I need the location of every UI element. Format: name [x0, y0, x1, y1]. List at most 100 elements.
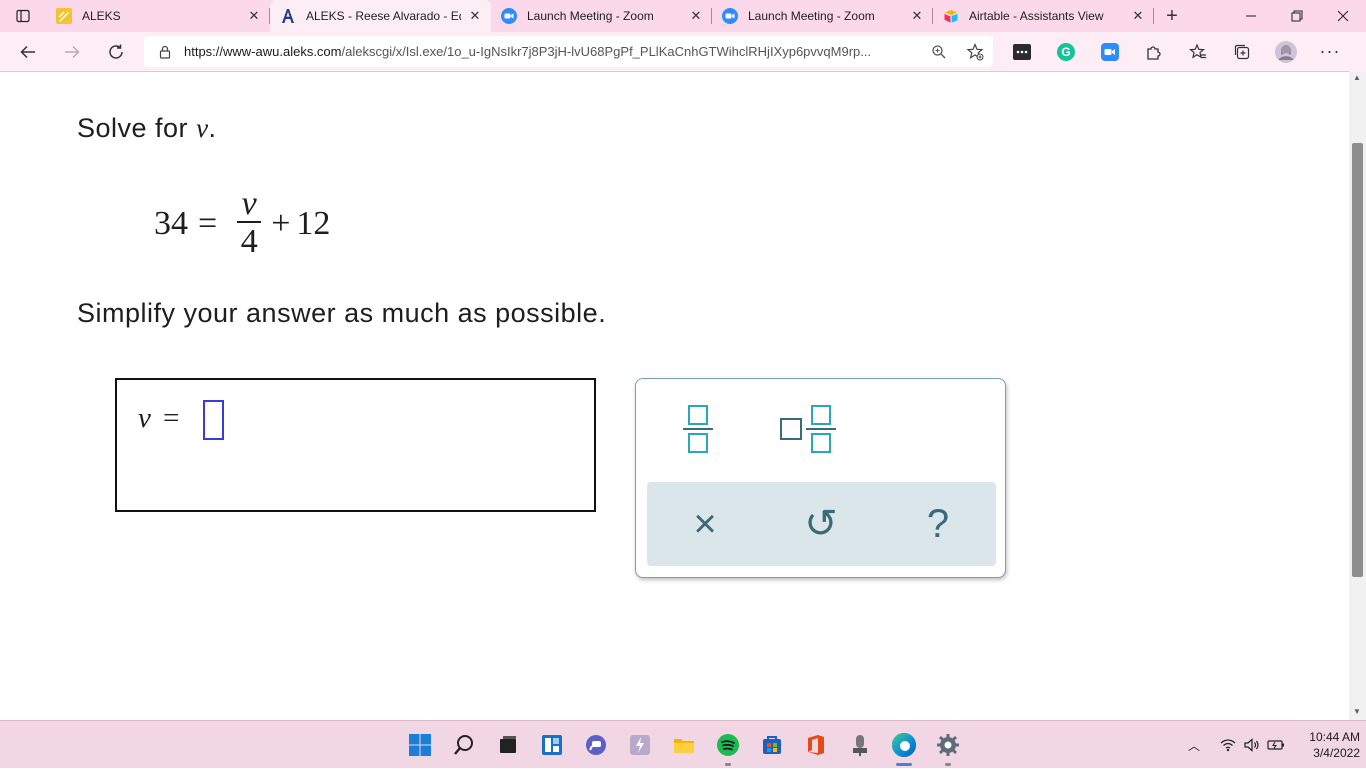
clock-date: 3/4/2022 [1313, 746, 1360, 760]
volume-icon[interactable] [1240, 738, 1264, 752]
add-favorite-icon[interactable] [957, 42, 993, 61]
fraction-button[interactable] [676, 399, 720, 459]
page-scrollbar[interactable]: ▲ ▼ [1349, 71, 1366, 720]
equation-equals: = [198, 205, 218, 242]
wifi-icon[interactable] [1216, 738, 1240, 752]
toolbar: https://www-awu.aleks.com/alekscgi/x/Isl… [0, 32, 1366, 71]
equation-lhs: 34 [154, 205, 188, 242]
prompt-variable: v [196, 113, 209, 143]
answer-variable: v [138, 402, 151, 434]
forward-button[interactable] [50, 32, 94, 71]
file-explorer-icon[interactable] [662, 721, 706, 769]
close-window-button[interactable] [1320, 0, 1366, 32]
answer-input[interactable] [203, 400, 224, 440]
collections-icon [1234, 44, 1250, 59]
mixed-number-button[interactable] [776, 399, 840, 459]
undo-button[interactable]: ↺ [763, 482, 879, 566]
tab-title: Airtable - Assistants View [969, 9, 1104, 23]
extension-button[interactable] [1000, 32, 1044, 71]
scrollbar-thumb[interactable] [1352, 143, 1363, 577]
settings-icon[interactable] [926, 721, 970, 769]
address-bar[interactable]: https://www-awu.aleks.com/alekscgi/x/Isl… [144, 36, 993, 67]
help-button[interactable]: ? [880, 482, 996, 566]
dots-extension-icon [1013, 43, 1031, 60]
forward-arrow-icon [65, 45, 80, 58]
back-button[interactable] [6, 32, 50, 71]
app-icon[interactable] [618, 721, 662, 769]
aleks-a-icon [280, 8, 296, 24]
spotify-icon[interactable] [706, 721, 750, 769]
refresh-button[interactable] [94, 32, 138, 71]
teams-chat-icon[interactable] [574, 721, 618, 769]
page-content: Solve for v. 34 = v 4 + 12 Simplify your… [0, 71, 1349, 720]
minimize-button[interactable] [1228, 0, 1274, 32]
windows-start-icon[interactable] [398, 721, 442, 769]
tab-aleks-equation[interactable]: ALEKS - Reese Alvarado - Eq ✕ [270, 0, 491, 32]
help-icon: ? [926, 501, 950, 546]
zoom-icon [1101, 42, 1119, 61]
search-icon[interactable] [442, 721, 486, 769]
scroll-down-icon[interactable]: ▼ [1353, 707, 1361, 716]
settings-more-button[interactable]: ··· [1308, 32, 1352, 71]
grammarly-button[interactable]: G [1044, 32, 1088, 71]
tab-aleks[interactable]: ALEKS ✕ [46, 0, 270, 32]
microsoft-store-icon[interactable] [750, 721, 794, 769]
collections-button[interactable] [1220, 32, 1264, 71]
scroll-up-icon[interactable]: ▲ [1353, 73, 1361, 82]
favorites-button[interactable] [1176, 32, 1220, 71]
answer-box[interactable]: v = [115, 378, 596, 512]
refresh-icon [109, 44, 123, 59]
task-view-icon[interactable] [486, 721, 530, 769]
restore-button[interactable] [1274, 0, 1320, 32]
url-path: /alekscgi/x/Isl.exe/1o_u-IgNsIkr7j8P3jH-… [341, 44, 872, 59]
mixed-number-icon [780, 405, 836, 453]
clear-button[interactable]: × [647, 482, 763, 566]
zoom-extension-button[interactable] [1088, 32, 1132, 71]
close-tab-icon[interactable]: ✕ [909, 8, 925, 24]
zoom-icon [501, 8, 517, 24]
close-icon [1337, 10, 1349, 22]
url-text: https://www-awu.aleks.com/alekscgi/x/Isl… [184, 44, 921, 59]
system-tray: ︿ [1182, 721, 1288, 769]
taskbar-clock[interactable]: 10:44 AM 3/4/2022 [1290, 729, 1360, 761]
tab-airtable[interactable]: Airtable - Assistants View ✕ [933, 0, 1154, 32]
close-tab-icon[interactable]: ✕ [688, 8, 704, 24]
clock-time: 10:44 AM [1309, 730, 1360, 744]
lock-icon [159, 45, 171, 59]
equation-fraction: v 4 [237, 187, 262, 261]
aleks-pencil-icon [56, 8, 72, 24]
url-host: https://www-awu.aleks.com [184, 44, 342, 59]
answer-equals: = [163, 402, 180, 434]
extensions-menu-button[interactable] [1132, 32, 1176, 71]
window-controls [1228, 0, 1366, 32]
fraction-icon [683, 405, 713, 453]
office-icon[interactable] [794, 721, 838, 769]
tab-zoom-1[interactable]: Launch Meeting - Zoom ✕ [491, 0, 712, 32]
tab-actions-button[interactable] [0, 0, 46, 32]
favorites-icon [1189, 42, 1206, 58]
close-tab-icon[interactable]: ✕ [467, 8, 483, 24]
prompt-suffix: . [208, 113, 217, 143]
tab-strip: ALEKS ✕ ALEKS - Reese Alvarado - Eq ✕ La… [0, 0, 1366, 32]
tab-title: ALEKS [82, 9, 121, 23]
problem-prompt: Solve for v. [77, 113, 217, 144]
widgets-icon[interactable] [530, 721, 574, 769]
puzzle-icon [1147, 45, 1161, 60]
close-tab-icon[interactable]: ✕ [246, 8, 262, 24]
chevron-up-icon[interactable]: ︿ [1182, 737, 1206, 754]
microphone-app-icon[interactable] [838, 721, 882, 769]
profile-button[interactable] [1264, 32, 1308, 71]
new-tab-button[interactable]: + [1154, 0, 1190, 32]
equation: 34 = v 4 + 12 [154, 187, 330, 261]
taskbar-apps [398, 721, 970, 769]
battery-icon[interactable] [1264, 739, 1288, 751]
svg-text:G: G [1061, 45, 1070, 59]
back-arrow-icon [20, 45, 35, 58]
tab-actions-icon [16, 9, 30, 23]
edge-icon[interactable] [882, 721, 926, 769]
keypad-actions: × ↺ ? [647, 482, 996, 566]
zoom-page-icon[interactable] [921, 44, 957, 60]
tab-zoom-2[interactable]: Launch Meeting - Zoom ✕ [712, 0, 933, 32]
tab-title: Launch Meeting - Zoom [527, 9, 654, 23]
close-tab-icon[interactable]: ✕ [1130, 8, 1146, 24]
